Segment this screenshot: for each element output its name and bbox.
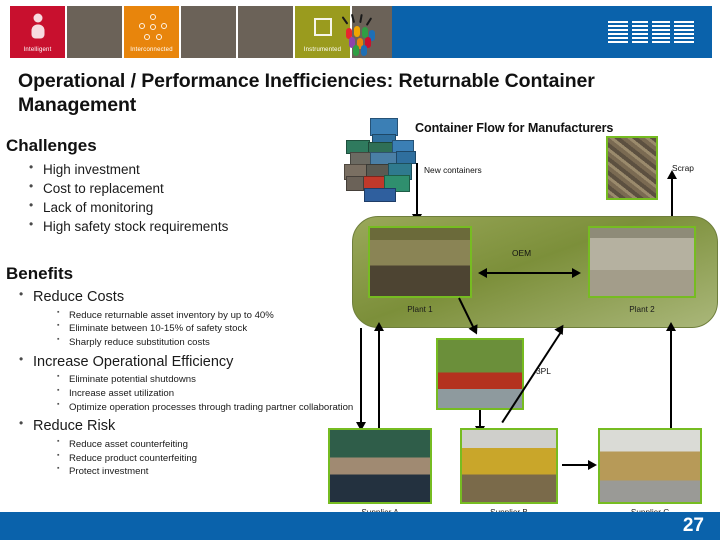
benefit-text: Increase asset utilization bbox=[69, 388, 175, 400]
chip-icon bbox=[313, 17, 332, 36]
benefit-text: Eliminate potential shutdowns bbox=[69, 374, 196, 386]
benefit-text: Optimize operation processes through tra… bbox=[69, 401, 354, 413]
list-item: Eliminate between 10-15% of safety stock bbox=[55, 321, 356, 336]
challenges-heading: Challenges bbox=[6, 136, 97, 155]
banner-tile-doctor-photo bbox=[67, 6, 122, 58]
supplier-c-image bbox=[598, 428, 702, 504]
supplierC-to-panel-head bbox=[666, 322, 676, 331]
plant1-label: Plant 1 bbox=[407, 305, 433, 314]
container-flow-diagram: Container Flow for Manufacturers New con… bbox=[320, 108, 720, 520]
list-item: Reduce asset counterfeiting bbox=[55, 437, 356, 452]
benefit-sublist: Eliminate potential shutdowns Increase a… bbox=[55, 372, 356, 415]
challenge-text: Lack of monitoring bbox=[43, 200, 154, 216]
plant2-label: Plant 2 bbox=[629, 305, 655, 314]
list-item: Protect investment bbox=[55, 465, 356, 479]
challenge-text: Cost to replacement bbox=[43, 181, 164, 197]
list-item: Reduce returnable asset inventory by up … bbox=[55, 308, 356, 323]
slide: Intelligent Interconnected Instrumented bbox=[0, 0, 720, 540]
list-item: Optimize operation processes through tra… bbox=[55, 400, 356, 415]
oem-arrow-head-left bbox=[478, 268, 487, 278]
banner-tile-interconnected: Interconnected bbox=[124, 6, 179, 58]
scrap-arrow-head bbox=[667, 170, 677, 179]
list-item: High investment bbox=[26, 159, 326, 179]
list-item: Increase asset utilization bbox=[55, 386, 356, 401]
supplierA-to-panel-head bbox=[374, 322, 384, 331]
list-item: Reduce Costs Reduce returnable asset inv… bbox=[16, 286, 356, 350]
benefit-text: Eliminate between 10-15% of safety stock bbox=[69, 323, 248, 335]
banner-tile-beach-photo bbox=[238, 6, 293, 58]
people-cluster-icon bbox=[338, 13, 384, 56]
person-icon bbox=[31, 13, 44, 39]
list-item: Eliminate potential shutdowns bbox=[55, 372, 356, 387]
new-containers-label: New containers bbox=[424, 165, 482, 175]
plant1-image bbox=[368, 226, 472, 298]
supplierB-to-supplierC-head bbox=[588, 460, 597, 470]
list-item: Increase Operational Efficiency Eliminat… bbox=[16, 351, 356, 415]
list-item: Reduce Risk Reduce asset counterfeiting … bbox=[16, 415, 356, 479]
page-number: 27 bbox=[682, 515, 704, 536]
scrap-image bbox=[606, 136, 658, 200]
list-item: Sharply reduce substitution costs bbox=[55, 335, 356, 350]
diagram-title: Container Flow for Manufacturers bbox=[415, 121, 614, 135]
benefit-group-label: Reduce Risk bbox=[33, 418, 116, 435]
benefit-group-label: Increase Operational Efficiency bbox=[33, 353, 234, 370]
supplier-b-image bbox=[460, 428, 558, 504]
benefits-list: Reduce Costs Reduce returnable asset inv… bbox=[16, 286, 356, 481]
supplierA-to-panel-line bbox=[378, 330, 380, 430]
benefit-text: Protect investment bbox=[69, 466, 149, 478]
benefit-text: Reduce product counterfeiting bbox=[69, 452, 197, 464]
supplier-a-image bbox=[328, 428, 432, 504]
supplierC-to-panel-line bbox=[670, 330, 672, 432]
list-item: Cost to replacement bbox=[26, 178, 326, 198]
ibm-brand-bar bbox=[392, 6, 712, 58]
challenges-list: High investment Cost to replacement Lack… bbox=[26, 159, 326, 237]
banner-tile-label: Interconnected bbox=[130, 47, 173, 53]
header-banner: Intelligent Interconnected Instrumented bbox=[0, 0, 720, 62]
footer-bar bbox=[0, 512, 720, 540]
banner-tile-intelligent: Intelligent bbox=[10, 6, 65, 58]
new-containers-arrow-line bbox=[416, 163, 418, 216]
list-item: Reduce product counterfeiting bbox=[55, 451, 356, 466]
network-node-icon bbox=[138, 13, 167, 40]
plant2-image bbox=[588, 226, 696, 298]
benefit-text: Reduce asset counterfeiting bbox=[69, 439, 188, 451]
benefit-group-label: Reduce Costs bbox=[33, 289, 125, 305]
banner-tile-baby-photo bbox=[181, 6, 236, 58]
list-item: High safety stock requirements bbox=[26, 216, 326, 236]
oem-arrow-line bbox=[486, 272, 574, 274]
oem-arrow-head-right bbox=[572, 268, 581, 278]
challenge-text: High investment bbox=[43, 162, 140, 177]
supplierB-to-supplierC-line bbox=[562, 464, 590, 466]
benefit-text: Sharply reduce substitution costs bbox=[69, 337, 210, 349]
benefit-text: Reduce returnable asset inventory by up … bbox=[69, 309, 274, 321]
panel-to-supplierA-line bbox=[360, 328, 362, 428]
3pl-image bbox=[436, 338, 524, 410]
banner-tile-label: Intelligent bbox=[23, 47, 52, 53]
benefits-heading: Benefits bbox=[6, 264, 74, 283]
list-item: Lack of monitoring bbox=[26, 197, 326, 217]
ibm-logo bbox=[608, 21, 694, 45]
challenge-text: High safety stock requirements bbox=[43, 219, 229, 235]
oem-label: OEM bbox=[512, 248, 532, 258]
benefit-sublist: Reduce asset counterfeiting Reduce produ… bbox=[55, 437, 356, 479]
benefit-sublist: Reduce returnable asset inventory by up … bbox=[55, 308, 356, 350]
